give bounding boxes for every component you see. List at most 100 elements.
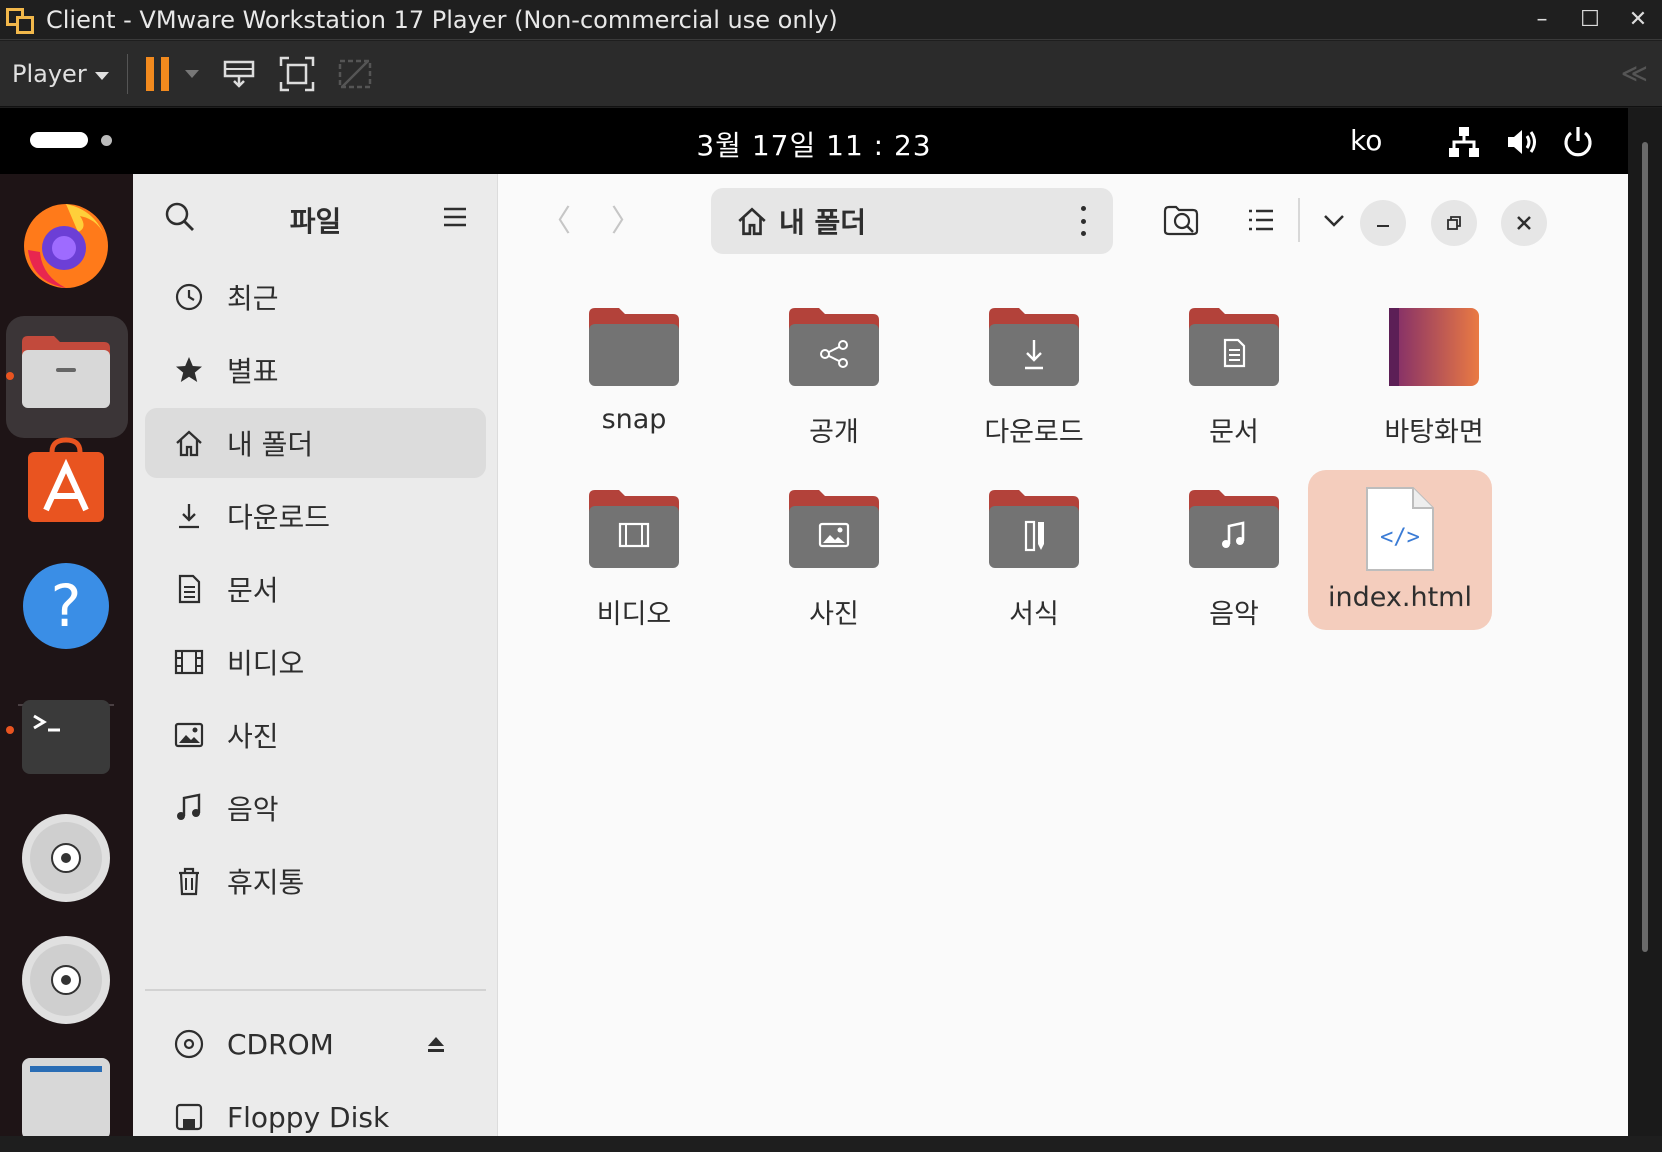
- files-app-icon[interactable]: [18, 324, 114, 420]
- maximize-button[interactable]: ☐: [1566, 7, 1614, 32]
- search-folder-button[interactable]: [1161, 200, 1201, 240]
- sidebar-item-pictures[interactable]: 사진: [145, 700, 486, 770]
- cdrom-icon[interactable]: [18, 810, 114, 906]
- network-icon[interactable]: [1446, 124, 1482, 160]
- sidebar-item-floppy[interactable]: Floppy Disk: [145, 1082, 486, 1152]
- share-folder-icon: [789, 308, 879, 386]
- terminal-icon[interactable]: [18, 690, 114, 786]
- svg-text:?: ?: [51, 572, 82, 640]
- vm-scrollbar[interactable]: [1642, 142, 1648, 952]
- path-bar[interactable]: 내 폴더: [711, 188, 1113, 254]
- vmware-toolbar: Player ≪: [0, 41, 1662, 107]
- path-menu-icon[interactable]: [1079, 206, 1087, 236]
- vmware-title-bar: Client - VMware Workstation 17 Player (N…: [0, 0, 1662, 40]
- floppy-icon: [171, 1099, 207, 1135]
- trash-icon: [171, 863, 207, 899]
- firefox-icon[interactable]: [18, 196, 114, 292]
- restore-icon: [1447, 216, 1461, 230]
- close-button[interactable]: ✕: [1614, 7, 1662, 32]
- folder-item-documents[interactable]: 문서: [1134, 304, 1334, 464]
- app-center-icon[interactable]: [18, 436, 114, 532]
- sidebar-item-music[interactable]: 음악: [145, 773, 486, 843]
- sidebar-item-trash[interactable]: 휴지통: [145, 846, 486, 916]
- item-label: 문서: [1209, 417, 1259, 448]
- sidebar-item-label: 비디오: [227, 647, 305, 680]
- folder-item-videos[interactable]: 비디오: [534, 486, 734, 646]
- input-language-indicator[interactable]: ko: [1350, 124, 1382, 157]
- maximize-window-button[interactable]: [1431, 200, 1477, 246]
- cdrom-icon[interactable]: [18, 932, 114, 1028]
- svg-text:</>: </>: [1380, 525, 1420, 550]
- picture-folder-icon: [789, 490, 879, 568]
- hamburger-menu-icon[interactable]: [440, 202, 470, 232]
- clock[interactable]: 3월 17일 11 : 23: [0, 124, 1628, 164]
- folder-item-desktop[interactable]: 바탕화면: [1334, 304, 1534, 464]
- view-options-button[interactable]: [1314, 200, 1354, 240]
- item-label: 바탕화면: [1384, 417, 1484, 448]
- item-label: snap: [601, 404, 667, 435]
- eject-icon[interactable]: [426, 1028, 446, 1061]
- full-screen-button[interactable]: [277, 54, 317, 94]
- full-screen-icon: [279, 56, 314, 91]
- minimize-icon: [1377, 225, 1389, 227]
- document-folder-icon: [1189, 308, 1279, 386]
- document-icon: [171, 571, 207, 607]
- unity-icon: [338, 59, 371, 88]
- window-title: Client - VMware Workstation 17 Player (N…: [46, 5, 838, 34]
- sidebar-item-downloads[interactable]: 다운로드: [145, 481, 486, 551]
- sidebar-item-starred[interactable]: 별표: [145, 335, 486, 405]
- minimize-button[interactable]: –: [1518, 7, 1566, 32]
- folder-item-public[interactable]: 공개: [734, 304, 934, 464]
- pause-options-button[interactable]: [184, 69, 199, 78]
- item-label: 비디오: [596, 599, 672, 630]
- path-label: 내 폴더: [779, 206, 867, 239]
- vmware-logo-icon: [4, 4, 38, 36]
- star-icon: [171, 352, 207, 388]
- sidebar-item-documents[interactable]: 문서: [145, 554, 486, 624]
- send-ctrl-alt-del-button[interactable]: [219, 54, 259, 94]
- sidebar-item-label: 사진: [227, 720, 279, 753]
- close-icon: [1517, 216, 1531, 230]
- ubuntu-top-bar: 3월 17일 11 : 23 ko: [0, 108, 1628, 174]
- file-item-index-html[interactable]: </> index.html: [1308, 470, 1492, 630]
- sidebar-item-label: 휴지통: [227, 866, 305, 899]
- folder-item-music[interactable]: 음악: [1134, 486, 1334, 646]
- power-icon[interactable]: [1560, 124, 1596, 160]
- close-window-button[interactable]: [1501, 200, 1547, 246]
- sidebar-item-label: 별표: [227, 355, 279, 388]
- folder-item-templates[interactable]: 서식: [934, 486, 1134, 646]
- player-menu-button[interactable]: Player: [12, 60, 109, 88]
- folder-item-pictures[interactable]: 사진: [734, 486, 934, 646]
- help-icon[interactable]: ?: [18, 558, 114, 654]
- forward-button[interactable]: 〉: [611, 196, 641, 240]
- running-indicator: [6, 726, 14, 734]
- sidebar-item-label: Floppy Disk: [227, 1100, 390, 1134]
- minimize-window-button[interactable]: [1360, 200, 1406, 246]
- collapse-toolbar-button[interactable]: ≪: [1621, 59, 1648, 89]
- folder-item-downloads[interactable]: 다운로드: [934, 304, 1134, 464]
- folder-item-snap[interactable]: snap: [534, 304, 734, 464]
- back-button[interactable]: 〈: [541, 196, 571, 240]
- search-folder-icon: [1163, 205, 1199, 236]
- toolbar-divider: [126, 53, 128, 94]
- volume-icon[interactable]: [1504, 124, 1540, 160]
- sidebar-item-home[interactable]: 내 폴더: [145, 408, 486, 478]
- music-icon: [171, 790, 207, 826]
- player-menu-label: Player: [12, 59, 87, 88]
- sidebar-item-cdrom[interactable]: CDROM: [145, 1009, 486, 1079]
- show-apps-icon[interactable]: [18, 1054, 114, 1136]
- sidebar-item-videos[interactable]: 비디오: [145, 627, 486, 697]
- item-label: 다운로드: [984, 417, 1084, 448]
- sidebar-item-label: 최근: [227, 282, 279, 315]
- list-view-button[interactable]: [1241, 200, 1281, 240]
- item-label: 사진: [809, 599, 859, 630]
- pause-button[interactable]: [145, 56, 169, 91]
- picture-icon: [171, 717, 207, 753]
- sidebar-header: 파일: [133, 174, 498, 264]
- recent-icon: [171, 279, 207, 315]
- template-folder-icon: [989, 490, 1079, 568]
- view-separator: [1298, 198, 1300, 242]
- sidebar-item-recent[interactable]: 최근: [145, 262, 486, 332]
- ubuntu-dock: ?: [0, 174, 133, 1136]
- unity-button[interactable]: [335, 54, 375, 94]
